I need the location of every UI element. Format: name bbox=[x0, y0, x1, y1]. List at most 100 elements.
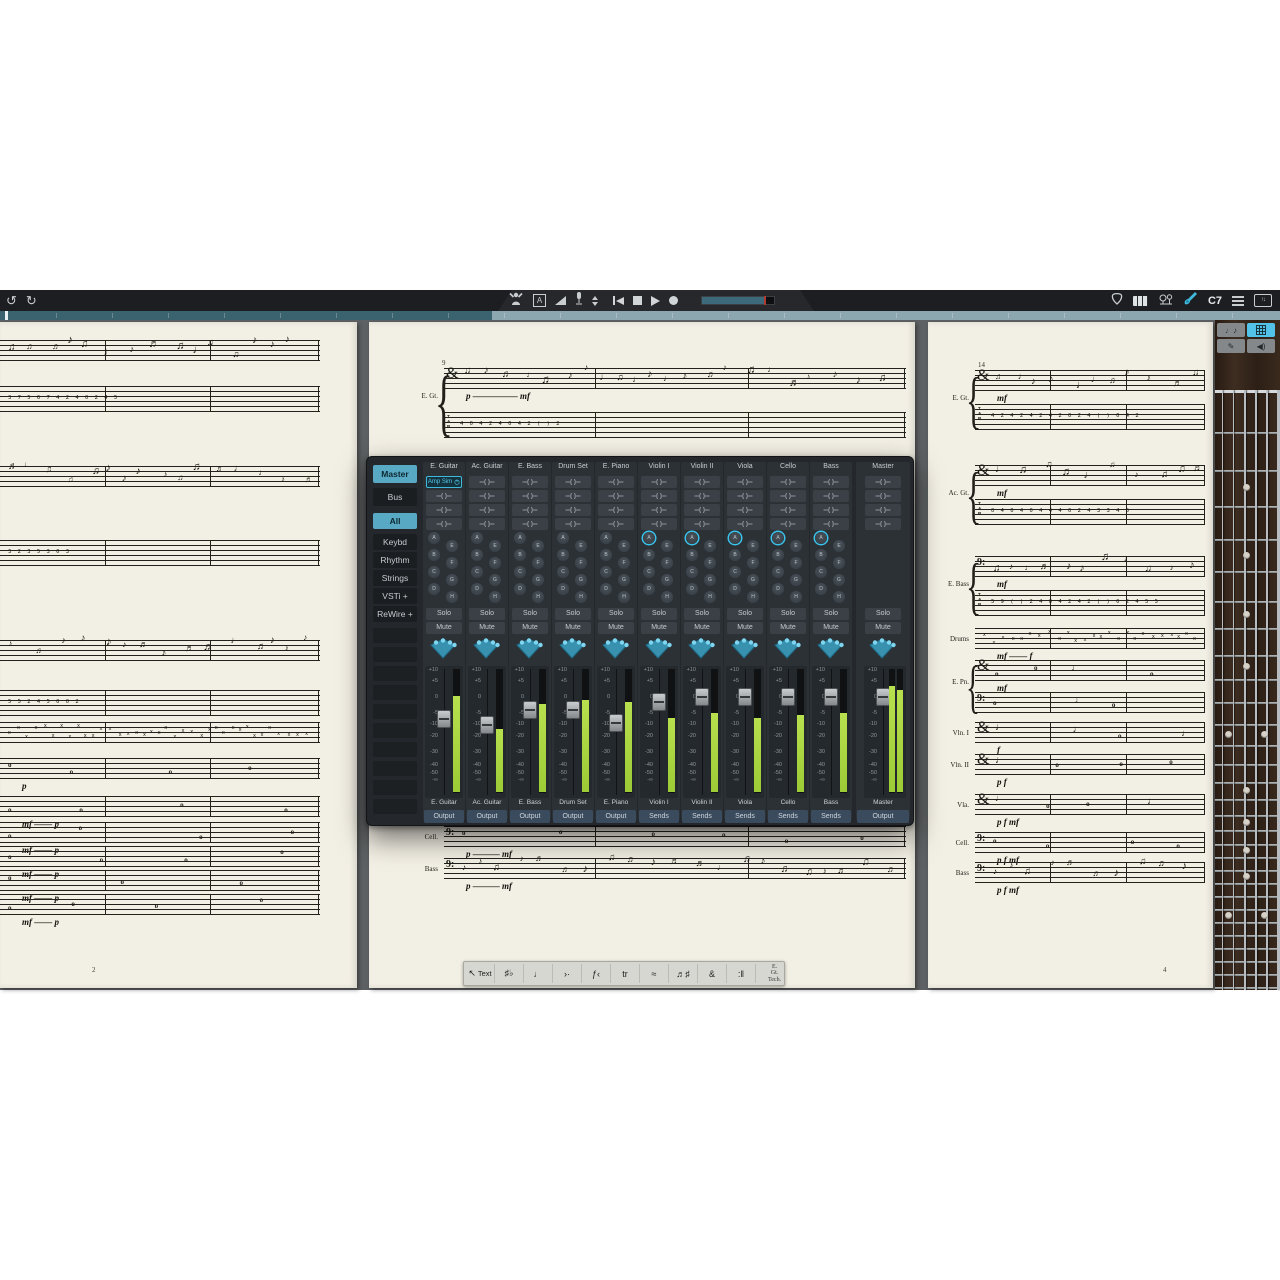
accent-icon[interactable]: A bbox=[533, 294, 546, 307]
fx-slot[interactable] bbox=[770, 504, 806, 516]
fx-slot[interactable] bbox=[727, 490, 763, 502]
conductor-icon[interactable] bbox=[508, 291, 524, 310]
fx-slot[interactable] bbox=[555, 490, 591, 502]
knob-h[interactable]: H bbox=[532, 591, 544, 603]
knob-g[interactable]: G bbox=[575, 574, 587, 586]
guitar-string[interactable] bbox=[1233, 390, 1234, 990]
knob-g[interactable]: G bbox=[747, 574, 759, 586]
knob-d[interactable]: D bbox=[772, 583, 784, 595]
fader-handle[interactable] bbox=[437, 710, 451, 728]
pan-control[interactable] bbox=[643, 636, 675, 662]
mute-button[interactable]: Mute bbox=[469, 622, 505, 634]
fx-slot-amp-sim[interactable]: Amp Sim bbox=[426, 476, 462, 488]
fx-slot[interactable] bbox=[684, 518, 720, 530]
dynamic-ramp-icon[interactable] bbox=[555, 296, 566, 305]
fader-handle[interactable] bbox=[738, 688, 752, 706]
pan-control[interactable] bbox=[600, 636, 632, 662]
fx-slot[interactable] bbox=[469, 490, 505, 502]
knob-f[interactable]: F bbox=[489, 557, 501, 569]
knob-c[interactable]: C bbox=[729, 566, 741, 578]
mixer-filter-keybd[interactable]: Keybd bbox=[373, 534, 417, 550]
knob-c[interactable]: C bbox=[514, 566, 526, 578]
pan-control[interactable] bbox=[867, 636, 899, 662]
knob-d[interactable]: D bbox=[686, 583, 698, 595]
piano-view-icon[interactable] bbox=[1133, 296, 1148, 306]
knob-f[interactable]: F bbox=[618, 557, 630, 569]
solo-button[interactable]: Solo bbox=[813, 608, 849, 620]
knob-b[interactable]: B bbox=[428, 549, 440, 561]
knob-g[interactable]: G bbox=[833, 574, 845, 586]
knob-c[interactable]: C bbox=[428, 566, 440, 578]
fx-slot[interactable] bbox=[813, 518, 849, 530]
solo-button[interactable]: Solo bbox=[865, 608, 901, 620]
mute-button[interactable]: Mute bbox=[426, 622, 462, 634]
knob-e[interactable]: E bbox=[575, 540, 587, 552]
knob-f[interactable]: F bbox=[661, 557, 673, 569]
fx-slot[interactable] bbox=[641, 504, 677, 516]
knob-c[interactable]: C bbox=[471, 566, 483, 578]
palette-note-rest[interactable]: ♩ bbox=[524, 964, 553, 983]
knob-g[interactable]: G bbox=[661, 574, 673, 586]
knob-g[interactable]: G bbox=[618, 574, 630, 586]
mute-button[interactable]: Mute bbox=[727, 622, 763, 634]
fader-handle[interactable] bbox=[566, 701, 580, 719]
score-page-right[interactable]: 14 4 E. Gt.{&♫♩♪♪♩♩♫♪♪♬♫TAB4 2 4 2 4 2 4… bbox=[928, 322, 1213, 988]
solo-button[interactable]: Solo bbox=[727, 608, 763, 620]
knob-a[interactable]: A bbox=[557, 532, 569, 544]
solo-button[interactable]: Solo bbox=[684, 608, 720, 620]
knob-c[interactable]: C bbox=[600, 566, 612, 578]
knob-f[interactable]: F bbox=[704, 557, 716, 569]
fretboard-button-audio[interactable]: ◀) bbox=[1247, 339, 1275, 353]
play-button[interactable] bbox=[651, 296, 660, 306]
fx-slot[interactable] bbox=[865, 504, 901, 516]
fader-handle[interactable] bbox=[876, 688, 890, 706]
knob-h[interactable]: H bbox=[489, 591, 501, 603]
knob-e[interactable]: E bbox=[747, 540, 759, 552]
mixer-view-bus[interactable]: Bus bbox=[373, 488, 417, 506]
knob-h[interactable]: H bbox=[618, 591, 630, 603]
fx-slot[interactable] bbox=[426, 504, 462, 516]
knob-f[interactable]: F bbox=[790, 557, 802, 569]
fx-slot[interactable] bbox=[684, 504, 720, 516]
knob-c[interactable]: C bbox=[815, 566, 827, 578]
fx-slot[interactable] bbox=[598, 490, 634, 502]
knob-a[interactable]: A bbox=[514, 532, 526, 544]
fx-slot[interactable] bbox=[865, 476, 901, 488]
fader-handle[interactable] bbox=[523, 701, 537, 719]
guitar-string[interactable] bbox=[1266, 390, 1268, 990]
knob-d[interactable]: D bbox=[643, 583, 655, 595]
knob-e[interactable]: E bbox=[833, 540, 845, 552]
knob-g[interactable]: G bbox=[489, 574, 501, 586]
fx-slot[interactable] bbox=[469, 504, 505, 516]
fx-slot[interactable] bbox=[865, 490, 901, 502]
mute-button[interactable]: Mute bbox=[813, 622, 849, 634]
knob-g[interactable]: G bbox=[446, 574, 458, 586]
solo-button[interactable]: Solo bbox=[469, 608, 505, 620]
knob-c[interactable]: C bbox=[643, 566, 655, 578]
fx-slot[interactable] bbox=[469, 476, 505, 488]
knob-a[interactable]: A bbox=[428, 532, 440, 544]
fx-slot[interactable] bbox=[684, 490, 720, 502]
fx-slot[interactable] bbox=[770, 518, 806, 530]
knob-e[interactable]: E bbox=[661, 540, 673, 552]
palette-grace-note[interactable]: ♬♯ bbox=[669, 964, 698, 983]
knob-a[interactable]: A bbox=[471, 532, 483, 544]
mute-button[interactable]: Mute bbox=[641, 622, 677, 634]
fader-handle[interactable] bbox=[781, 688, 795, 706]
knob-e[interactable]: E bbox=[790, 540, 802, 552]
fx-slot[interactable] bbox=[865, 518, 901, 530]
mixer-view-master[interactable]: Master bbox=[373, 465, 417, 483]
solo-button[interactable]: Solo bbox=[426, 608, 462, 620]
knob-b[interactable]: B bbox=[815, 549, 827, 561]
mute-button[interactable]: Mute bbox=[555, 622, 591, 634]
palette-dynamics[interactable]: ƒ‹ bbox=[582, 964, 611, 983]
pan-control[interactable] bbox=[729, 636, 761, 662]
knob-b[interactable]: B bbox=[686, 549, 698, 561]
knob-b[interactable]: B bbox=[643, 549, 655, 561]
knob-d[interactable]: D bbox=[729, 583, 741, 595]
route-button[interactable]: Sends bbox=[639, 810, 679, 823]
knob-b[interactable]: B bbox=[729, 549, 741, 561]
fader-handle[interactable] bbox=[480, 716, 494, 734]
pan-control[interactable] bbox=[772, 636, 804, 662]
knob-e[interactable]: E bbox=[446, 540, 458, 552]
